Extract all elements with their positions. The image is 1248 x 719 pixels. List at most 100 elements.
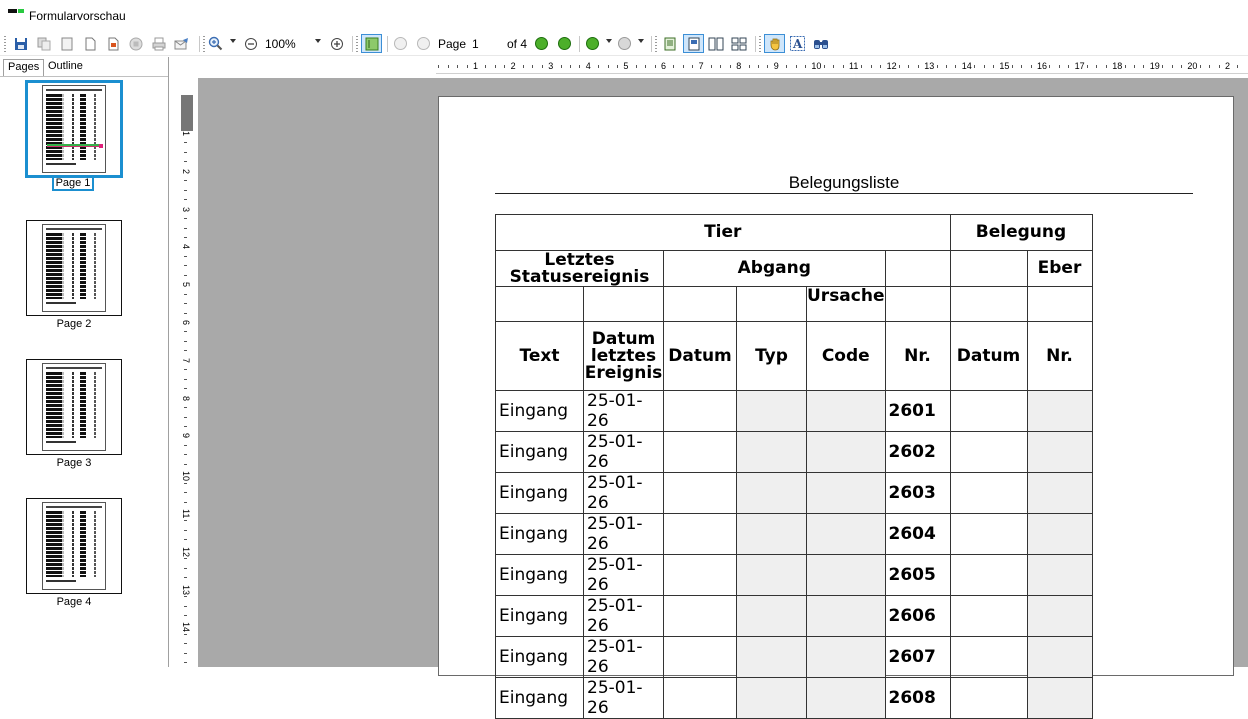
text-select-icon[interactable]: A [789,35,806,52]
first-page-icon[interactable] [392,35,409,52]
ruler-tick [184,378,187,380]
ruler-tick [184,567,187,569]
hand-tool-icon[interactable] [764,34,785,53]
zoom-combobox-arrow-icon[interactable] [315,39,321,43]
ruler-tick [805,65,806,68]
header-group-belegung: Belegung [949,214,1093,251]
new-page-icon[interactable] [81,35,98,52]
page-thumbnail-2[interactable] [26,220,122,316]
page-thumbnail-3[interactable] [26,359,122,455]
ruler-tick [457,65,459,68]
ruler-tick [936,65,938,68]
toolbar-grip-4[interactable] [655,36,657,52]
print-icon[interactable] [150,35,167,52]
page-thumbnail-1[interactable] [25,80,123,178]
export-icon[interactable] [104,35,121,52]
header-empty-cell [663,286,737,322]
ruler-tick [184,388,187,390]
continuous-view-icon[interactable] [683,34,704,53]
zoom-combobox[interactable] [262,35,324,53]
page-thumbnail-label-4: Page 4 [56,596,92,608]
ruler-tick [955,65,957,68]
cell-belegung-datum [949,595,1028,637]
cell-abgang-code [806,636,886,678]
cell-nr: 2601 [884,390,951,432]
ruler-tick [682,65,684,68]
report-title: Belegungsliste [788,173,900,192]
ruler-tick [1171,65,1173,68]
back-dropdown-arrow-icon[interactable] [606,39,612,43]
thumbnails-toggle-icon[interactable] [361,34,382,53]
report-page: Belegungsliste Tier Belegung Letztes Sta… [438,96,1234,719]
tab-pages[interactable]: Pages [3,59,45,76]
page-number-input[interactable] [469,35,503,53]
preview-area[interactable]: Belegungsliste Tier Belegung Letztes Sta… [198,78,1248,719]
ruler-tick [485,65,487,68]
previous-page-icon[interactable] [415,35,432,52]
forward-dropdown-arrow-icon[interactable] [638,39,644,43]
title-underline [495,193,1193,194]
ruler-tick [635,65,637,68]
back-icon[interactable] [584,35,601,52]
page-thumbnail-4[interactable] [26,498,122,594]
ruler-tick [184,454,187,456]
single-page-view-icon[interactable] [661,35,678,52]
table-row: Eingang 25-01-26 2605 [495,554,1093,596]
header-empty-cell [949,286,1028,322]
cell-abgang-typ [736,595,807,637]
ruler-tick [645,65,647,68]
toolbar-grip-2[interactable] [203,36,205,52]
find-icon[interactable] [812,35,829,52]
tab-outline[interactable]: Outline [44,59,87,76]
zoom-in-icon[interactable] [207,35,224,52]
next-page-icon[interactable] [533,35,550,52]
cell-eber-nr [1026,677,1093,719]
zoom-plus-icon[interactable] [328,35,345,52]
column-header-datum-letztes-ereignis: Datum letztes Ereignis [583,321,664,391]
save-icon[interactable] [12,35,29,52]
toolbar-grip[interactable] [4,36,6,52]
ruler-tick [184,350,187,352]
cell-date: 25-01-26 [583,390,664,432]
cell-text: Eingang [495,677,584,719]
ruler-tick [504,65,506,68]
ruler-tick [184,227,187,229]
ruler-tick [184,407,187,409]
ruler-tick [184,161,187,163]
forward-icon[interactable] [616,35,633,52]
title-bar: Formularvorschau [0,0,1248,32]
table-row: Eingang 25-01-26 2601 [495,390,1093,432]
ruler-tick [184,614,187,616]
multi-page-view-icon[interactable] [730,35,747,52]
last-page-icon[interactable] [556,35,573,52]
two-page-view-icon[interactable] [707,35,724,52]
ruler-tick [184,303,187,305]
ruler-tick [908,65,910,68]
cell-nr: 2606 [884,595,951,637]
table-row: Eingang 25-01-26 2604 [495,513,1093,555]
cell-belegung-datum [949,677,1028,719]
ruler-tick [184,492,187,494]
ruler-number: 7 [181,357,191,363]
page-setup-icon[interactable] [58,35,75,52]
header-eber: Eber [1026,250,1093,287]
cell-date: 25-01-26 [583,677,664,719]
toolbar-grip-5[interactable] [759,36,761,52]
email-icon[interactable] [173,35,190,52]
copy-icon[interactable] [35,35,52,52]
zoom-dropdown-arrow-icon[interactable] [230,39,236,43]
ruler-tick [711,65,712,68]
vertical-ruler-scroll-thumb[interactable] [181,95,193,131]
cell-abgang-code [806,431,886,473]
ruler-tick [1124,65,1126,68]
cell-text: Eingang [495,472,584,514]
cell-abgang-datum [663,636,737,678]
cell-abgang-typ [736,431,807,473]
zoom-out-icon[interactable] [242,35,259,52]
toolbar-grip-3[interactable] [356,36,358,52]
ruler-tick [184,218,187,220]
ruler-tick [1218,65,1220,68]
stop-icon[interactable] [127,35,144,52]
ruler-tick [184,416,187,418]
ruler-tick [184,142,187,144]
